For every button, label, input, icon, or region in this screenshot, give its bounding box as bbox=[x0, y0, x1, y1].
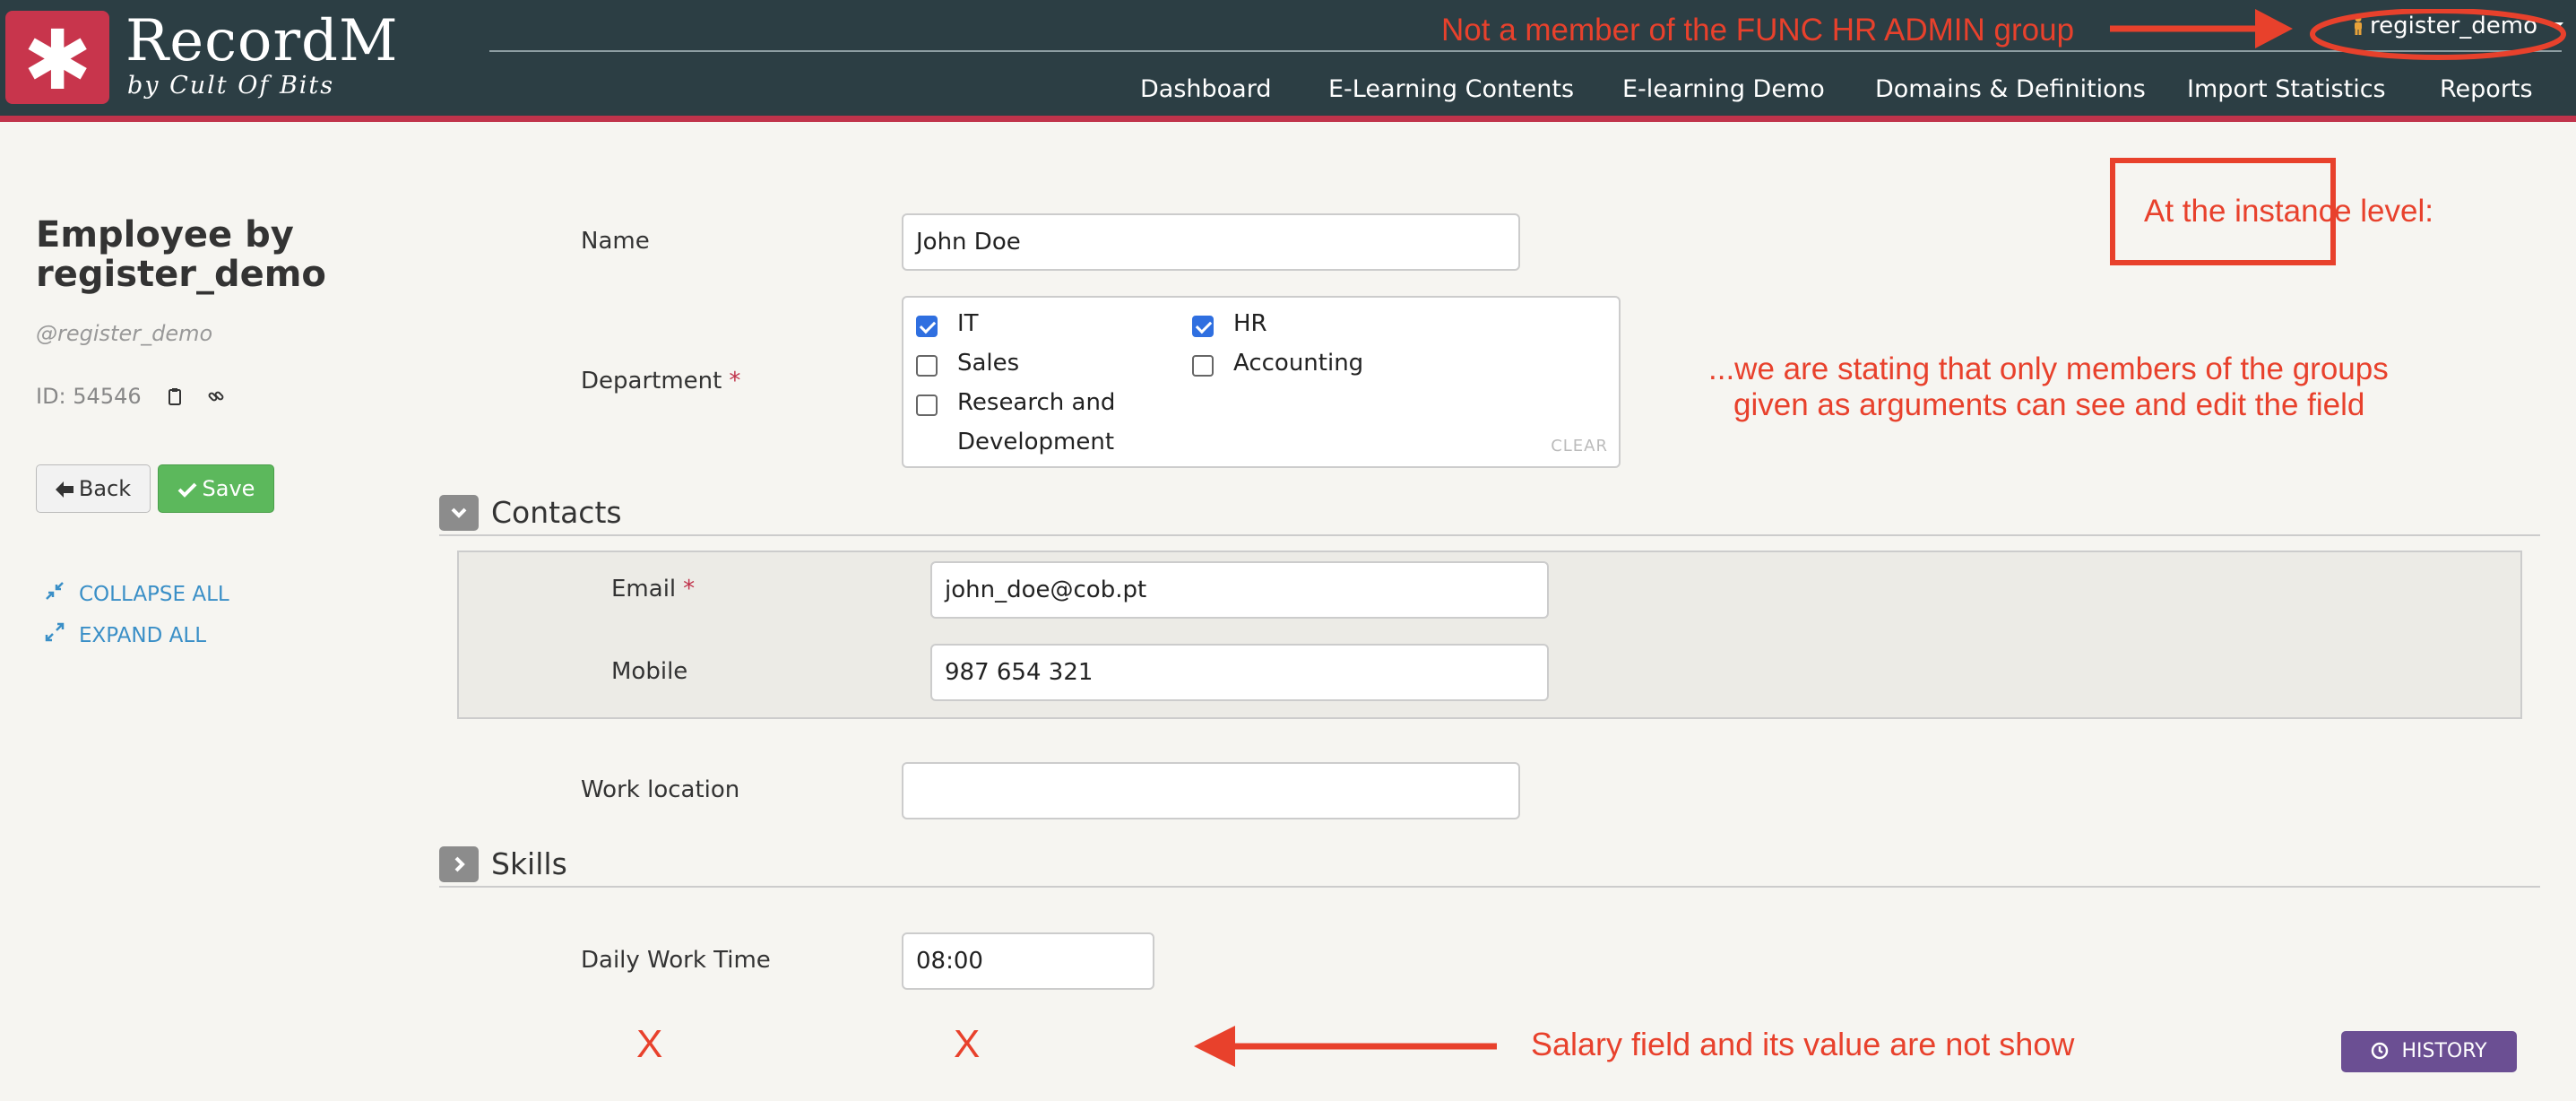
header-accent-line bbox=[0, 116, 2576, 122]
checkbox-research-development[interactable] bbox=[916, 394, 938, 416]
back-button[interactable]: Back bbox=[36, 464, 151, 513]
department-label: Department * bbox=[581, 368, 740, 394]
annotation-not-member: Not a member of the FUNC HR ADMIN group bbox=[1441, 13, 2075, 48]
contacts-title: Contacts bbox=[491, 495, 622, 530]
annotation-stating-line2: given as arguments can see and edit the … bbox=[1733, 387, 2365, 422]
skills-title: Skills bbox=[491, 846, 567, 881]
nav-domains-definitions[interactable]: Domains & Definitions bbox=[1875, 75, 2146, 103]
check-icon bbox=[177, 482, 196, 498]
checkbox-sales-label: Sales bbox=[957, 350, 1020, 377]
brand-title: RecordM bbox=[125, 8, 399, 74]
annotation-stating-line1: ...we are stating that only members of t… bbox=[1708, 351, 2389, 386]
collapse-all-link[interactable]: COLLAPSE ALL bbox=[45, 581, 229, 606]
expand-all-label: EXPAND ALL bbox=[79, 624, 207, 647]
history-button[interactable]: HISTORY bbox=[2341, 1031, 2517, 1072]
arrow-left-icon bbox=[55, 481, 73, 498]
email-label-text: Email bbox=[611, 576, 677, 603]
record-username: @register_demo bbox=[36, 321, 213, 346]
work-location-input[interactable] bbox=[902, 762, 1520, 819]
record-title-line2: register_demo bbox=[36, 254, 326, 295]
nav-dashboard[interactable]: Dashboard bbox=[1140, 75, 1271, 103]
checkbox-research-label-line1: Research and bbox=[957, 389, 1116, 416]
skills-divider bbox=[439, 886, 2540, 888]
chevron-right-icon bbox=[454, 856, 465, 872]
annotation-x-label: X bbox=[636, 1022, 663, 1066]
checkbox-sales[interactable] bbox=[916, 355, 938, 377]
brand-subtitle: by Cult Of Bits bbox=[127, 72, 335, 100]
email-input[interactable]: john_doe@cob.pt bbox=[930, 561, 1549, 619]
annotation-salary-note: Salary field and its value are not show bbox=[1531, 1026, 2075, 1062]
contacts-divider bbox=[439, 534, 2540, 536]
nav-reports[interactable]: Reports bbox=[2440, 75, 2533, 103]
record-id-label: ID: 54546 bbox=[36, 384, 142, 409]
asterisk-icon: ✱ bbox=[22, 13, 92, 108]
compress-icon bbox=[46, 582, 64, 600]
checkbox-accounting[interactable] bbox=[1192, 355, 1214, 377]
clear-link[interactable]: CLEAR bbox=[1551, 437, 1608, 455]
expand-icon bbox=[45, 622, 65, 642]
name-label: Name bbox=[581, 228, 650, 255]
annotation-arrow-and-circle bbox=[2110, 9, 2566, 60]
required-mark: * bbox=[729, 368, 741, 394]
annotation-arrow-left bbox=[1194, 1026, 1497, 1067]
record-title-line1: Employee by bbox=[36, 214, 294, 256]
checkbox-accounting-label: Accounting bbox=[1233, 350, 1364, 377]
daily-work-time-label: Daily Work Time bbox=[581, 947, 771, 974]
name-input[interactable]: John Doe bbox=[902, 213, 1520, 271]
contacts-toggle[interactable] bbox=[439, 495, 479, 531]
checkbox-hr[interactable] bbox=[1192, 316, 1214, 337]
checkbox-it-label: IT bbox=[957, 310, 979, 337]
checkbox-hr-label: HR bbox=[1233, 310, 1267, 337]
save-button-label: Save bbox=[202, 476, 255, 501]
checkbox-it[interactable] bbox=[916, 316, 938, 337]
chevron-down-icon bbox=[451, 507, 467, 518]
nav-elearning-contents[interactable]: E-Learning Contents bbox=[1328, 75, 1574, 103]
daily-work-time-input[interactable]: 08:00 bbox=[902, 932, 1154, 990]
collapse-all-label: COLLAPSE ALL bbox=[79, 583, 229, 606]
annotation-instance-level: At the instance level: bbox=[2144, 194, 2433, 229]
back-button-label: Back bbox=[78, 476, 132, 501]
required-mark: * bbox=[683, 576, 696, 603]
department-label-text: Department bbox=[581, 368, 722, 394]
work-location-label: Work location bbox=[581, 776, 740, 803]
save-button[interactable]: Save bbox=[158, 464, 274, 513]
record-id: ID: 54546 bbox=[36, 384, 225, 409]
expand-all-link[interactable]: EXPAND ALL bbox=[45, 622, 206, 647]
nav-import-statistics[interactable]: Import Statistics bbox=[2187, 75, 2386, 103]
annotation-x-value: X bbox=[954, 1022, 981, 1066]
clock-icon bbox=[2372, 1042, 2389, 1060]
mobile-label: Mobile bbox=[611, 658, 688, 685]
email-label: Email * bbox=[611, 576, 695, 603]
skills-toggle[interactable] bbox=[439, 846, 479, 882]
record-title: Employee by register_demo bbox=[36, 215, 326, 294]
logo[interactable]: ✱ bbox=[5, 11, 109, 108]
mobile-input[interactable]: 987 654 321 bbox=[930, 644, 1549, 701]
history-button-label: HISTORY bbox=[2401, 1040, 2487, 1062]
nav-elearning-demo[interactable]: E-learning Demo bbox=[1622, 75, 1825, 103]
clipboard-icon[interactable] bbox=[168, 387, 182, 405]
department-checkbox-group: IT Sales Research and Development HR Acc… bbox=[902, 296, 1621, 468]
link-icon[interactable] bbox=[207, 387, 225, 405]
checkbox-research-label-line2: Development bbox=[957, 429, 1115, 455]
